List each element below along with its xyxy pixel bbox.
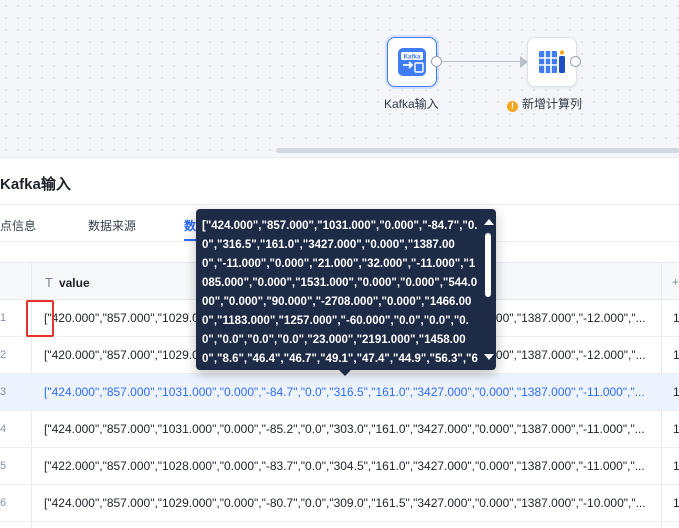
table-row[interactable]: 6 ["424.000","857.000","1029.000","0.000… [0,485,679,522]
row-number: 5 [0,460,7,472]
tab-data-source[interactable]: 数据来源 [88,217,136,234]
tooltip-pointer [339,370,351,376]
tooltip-text: ["424.000","857.000","1031.000","0.000",… [202,220,478,365]
row-number: 3 [0,386,7,398]
row-number: 4 [0,423,7,435]
table-row[interactable]: 4 ["424.000","857.000","1031.000","0.000… [0,411,679,448]
row-number: 1 [0,312,7,324]
value-cell[interactable]: ["424.000","857.000","1031.000","0.000",… [44,385,646,399]
annotation-highlight-box [26,300,54,337]
panel-divider [0,204,679,205]
column-header-value[interactable]: Тvalue [45,275,90,290]
text-type-icon: Т [45,275,53,290]
node-connector-line [442,61,524,62]
kafka-node-label: Kafka输入 [384,97,439,111]
next-cell: 1 [673,422,679,436]
table-row[interactable]: 5 ["422.000","857.000","1028.000","0.000… [0,448,679,485]
column-header-next[interactable]: + [672,275,679,289]
tab-data-preview[interactable]: 数 [184,217,196,234]
table-row-selected[interactable]: 3 ["424.000","857.000","1031.000","0.000… [0,374,679,411]
row-number: 6 [0,497,7,509]
kafka-input-node[interactable]: Kafka [387,37,437,87]
tooltip-scroll-down-icon[interactable] [484,354,494,360]
value-cell[interactable]: ["424.000","857.000","1029.000","0.000",… [44,496,646,510]
flow-canvas[interactable]: Kafka Kafka输入 ! 新增计算列 [0,0,679,157]
tooltip-scroll-up-icon[interactable] [484,219,494,225]
next-cell: 1 [673,496,679,510]
kafka-output-port[interactable] [431,56,442,67]
column-header-label: value [58,276,90,290]
calc-column-icon [539,50,565,73]
next-cell: 1 [673,385,679,399]
cell-value-tooltip: ["424.000","857.000","1031.000","0.000",… [196,209,496,370]
canvas-horizontal-scrollbar[interactable] [276,148,679,153]
tooltip-scrollbar-thumb[interactable] [485,233,491,297]
next-cell: 1 [673,311,679,325]
panel-title: Kafka输入 [0,176,71,193]
calc-output-port[interactable] [570,56,581,67]
kafka-icon: Kafka [398,48,426,76]
next-cell: 1 [673,348,679,362]
svg-text:Kafka: Kafka [404,54,421,61]
calc-node-label: ! 新增计算列 [507,95,582,112]
next-cell: 1 [673,459,679,473]
value-cell[interactable]: ["424.000","857.000","1031.000","0.000",… [44,422,646,436]
row-number: 2 [0,349,7,361]
value-cell[interactable]: ["422.000","857.000","1028.000","0.000",… [44,459,646,473]
calc-node-label-text: 新增计算列 [522,97,583,111]
warning-icon: ! [507,101,518,112]
tab-node-info[interactable]: 节点信息 [0,217,36,234]
